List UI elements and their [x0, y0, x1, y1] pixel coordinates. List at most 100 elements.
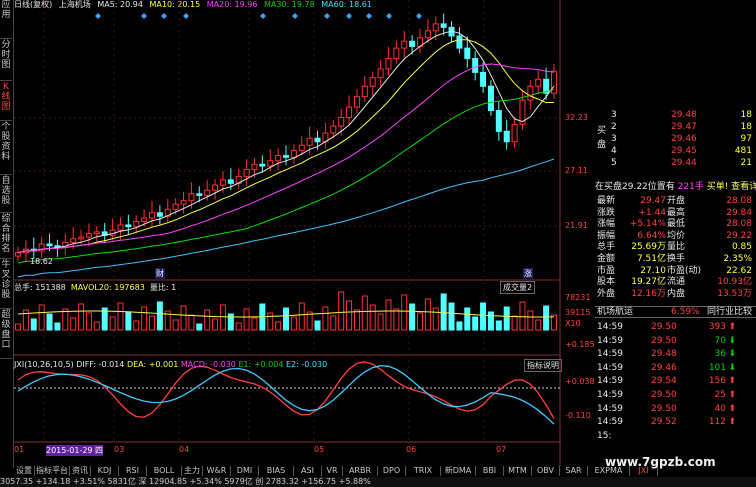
- signal-marker[interactable]: [366, 13, 372, 19]
- sidebar-tab-5[interactable]: 综合排名: [0, 214, 12, 259]
- surge-event-mark[interactable]: 涨: [523, 268, 533, 279]
- sidebar-tab-2[interactable]: K线图: [0, 82, 12, 121]
- indicator-tab-wr[interactable]: W&R: [203, 466, 231, 476]
- candle-body[interactable]: [511, 123, 518, 143]
- signal-marker[interactable]: [346, 13, 352, 19]
- volume-selector[interactable]: 成交量2: [500, 281, 536, 294]
- indicator-tab-trix[interactable]: TRIX: [406, 466, 441, 476]
- candle-body[interactable]: [346, 106, 353, 118]
- indicator-tab-obv[interactable]: OBV: [532, 466, 560, 476]
- candle-body[interactable]: [172, 203, 179, 210]
- candle-body[interactable]: [70, 238, 77, 243]
- indicator-tab-kdj[interactable]: KDJ: [91, 466, 119, 476]
- indicator-tab-dmi[interactable]: DMI: [231, 466, 259, 476]
- candle-body[interactable]: [361, 85, 368, 98]
- candle-body[interactable]: [495, 110, 502, 132]
- candle-body[interactable]: [377, 68, 384, 79]
- candle-body[interactable]: [401, 40, 408, 49]
- candle-body[interactable]: [196, 193, 203, 196]
- candle-body[interactable]: [227, 179, 234, 184]
- signal-marker[interactable]: [260, 13, 266, 19]
- sidebar-tab-7[interactable]: 超级盘口: [0, 310, 12, 359]
- signal-marker[interactable]: [161, 13, 167, 19]
- sidebar-tab-1[interactable]: 分时图: [0, 40, 12, 81]
- big-order-note[interactable]: 在买盘29.22位置有 221手 买单! 查看详细: [595, 182, 756, 192]
- candle-body[interactable]: [535, 78, 542, 87]
- indicator-tab-arbr[interactable]: ARBR: [343, 466, 378, 476]
- indicator-tab-mtm[interactable]: MTM: [504, 466, 532, 476]
- orderbook-row[interactable]: 4 29.45 481: [595, 146, 756, 156]
- candle-body[interactable]: [133, 220, 140, 228]
- signal-marker[interactable]: [292, 13, 298, 19]
- candle-body[interactable]: [440, 23, 447, 28]
- orderbook-row[interactable]: 3 29.46 97: [595, 134, 756, 144]
- candle-body[interactable]: [487, 85, 494, 112]
- indicator-tab-[interactable]: 指标平台: [35, 466, 70, 476]
- candle-body[interactable]: [306, 137, 313, 146]
- indicator-tab-bias[interactable]: BIAS: [259, 466, 294, 476]
- candle-body[interactable]: [527, 85, 534, 101]
- candle-body[interactable]: [15, 252, 21, 257]
- candle-body[interactable]: [188, 193, 195, 202]
- indicator-tab-boll[interactable]: BOLL: [147, 466, 182, 476]
- indicator-tab-asi[interactable]: ASI: [294, 466, 322, 476]
- indicator-tab-[interactable]: 主力: [182, 466, 203, 476]
- candle-body[interactable]: [180, 200, 187, 205]
- candle-body[interactable]: [330, 125, 337, 134]
- candle-body[interactable]: [283, 155, 289, 158]
- candle-body[interactable]: [85, 233, 92, 238]
- orderbook-row[interactable]: 5 29.44 21: [595, 158, 756, 168]
- signal-marker[interactable]: [95, 13, 101, 19]
- signal-marker[interactable]: [141, 13, 147, 19]
- indicator-tab-bbi[interactable]: BBI: [476, 466, 504, 476]
- candle-body[interactable]: [259, 163, 266, 167]
- candle-body[interactable]: [432, 23, 439, 32]
- candle-body[interactable]: [251, 163, 258, 170]
- candle-body[interactable]: [338, 116, 345, 127]
- indicator-tab-[interactable]: 设置: [14, 466, 35, 476]
- candle-body[interactable]: [393, 47, 400, 60]
- signal-marker[interactable]: [324, 13, 330, 19]
- candle-body[interactable]: [204, 189, 211, 196]
- candle-body[interactable]: [117, 224, 124, 231]
- indicator-tab-sar[interactable]: SAR: [560, 466, 588, 476]
- candle-body[interactable]: [385, 58, 392, 70]
- indicator-name[interactable]: JXI(10,26,10,5): [14, 360, 74, 369]
- orderbook-row[interactable]: 2 29.47 18: [595, 122, 756, 132]
- indicator-tab-dpo[interactable]: DPO: [378, 466, 406, 476]
- candle-body[interactable]: [369, 77, 376, 87]
- indicator-tab-vr[interactable]: VR: [322, 466, 343, 476]
- indicator-tab-dma[interactable]: 新DMA: [441, 466, 476, 476]
- signal-marker[interactable]: [416, 13, 422, 19]
- sector-row[interactable]: 机场航运 6.59% 同行业比较: [595, 306, 756, 318]
- candle-body[interactable]: [298, 144, 305, 151]
- candle-body[interactable]: [267, 160, 274, 167]
- candle-body[interactable]: [125, 224, 132, 228]
- indicator-tab-rsi[interactable]: RSI: [119, 466, 147, 476]
- candle-body[interactable]: [243, 168, 250, 177]
- sidebar-tab-0[interactable]: 应用: [0, 0, 12, 39]
- candle-body[interactable]: [78, 236, 85, 240]
- signal-marker[interactable]: [183, 13, 189, 19]
- candle-body[interactable]: [46, 243, 53, 247]
- candle-body[interactable]: [480, 71, 487, 87]
- candle-body[interactable]: [409, 40, 416, 47]
- candle-body[interactable]: [290, 149, 297, 158]
- sidebar-tab-6[interactable]: 牛叉诊股: [0, 260, 12, 309]
- candle-body[interactable]: [424, 30, 431, 39]
- candle-body[interactable]: [464, 47, 471, 60]
- candle-body[interactable]: [275, 155, 282, 162]
- orderbook-row[interactable]: 3 29.48 18: [595, 110, 756, 120]
- candle-body[interactable]: [314, 137, 321, 143]
- candle-body[interactable]: [149, 212, 155, 219]
- finance-event-mark[interactable]: 财: [155, 268, 165, 279]
- candle-body[interactable]: [472, 58, 479, 73]
- candle-body[interactable]: [456, 35, 463, 49]
- candle-body[interactable]: [93, 231, 100, 235]
- candle-body[interactable]: [503, 130, 510, 143]
- kline-chart[interactable]: [14, 0, 561, 466]
- candle-body[interactable]: [212, 184, 219, 191]
- sidebar-tab-4[interactable]: 自选股: [0, 176, 12, 213]
- candle-body[interactable]: [141, 217, 148, 222]
- candle-body[interactable]: [219, 179, 226, 186]
